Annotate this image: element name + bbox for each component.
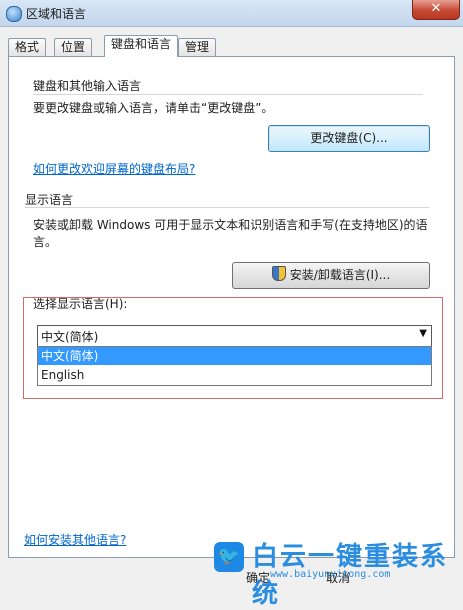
change-keyboards-button[interactable]: 更改键盘(C)... bbox=[268, 125, 430, 152]
display-language-select[interactable]: 中文(简体) ▼ bbox=[37, 325, 432, 347]
window-title: 区域和语言 bbox=[26, 7, 87, 21]
tab-administrative[interactable]: 管理 bbox=[178, 38, 217, 56]
tab-keyboards-languages[interactable]: 键盘和语言 bbox=[104, 35, 179, 57]
install-other-languages-link[interactable]: 如何安装其他语言? bbox=[24, 531, 126, 548]
uac-shield-icon bbox=[271, 266, 286, 281]
keyboard-layout-link[interactable]: 如何更改欢迎屏幕的键盘布局? bbox=[33, 160, 195, 177]
display-divider bbox=[25, 207, 429, 208]
language-option-english[interactable]: English bbox=[38, 366, 431, 384]
globe-icon bbox=[6, 6, 22, 22]
display-language-heading: 显示语言 bbox=[25, 193, 74, 207]
display-description-line2: 言。 bbox=[33, 235, 58, 249]
keyboard-heading: 键盘和其他输入语言 bbox=[33, 79, 142, 93]
keyboard-divider bbox=[33, 94, 423, 95]
display-description-line1: 安装或卸载 Windows 可用于显示文本和识别语言和手写(在支持地区)的语 bbox=[33, 218, 428, 232]
twitter-bird-icon: 🐦 bbox=[214, 542, 244, 572]
watermark-url: www.baiyunxitong.com bbox=[270, 569, 391, 580]
keyboard-description: 要更改键盘或输入语言，请单击“更改键盘”。 bbox=[33, 101, 274, 115]
tab-location[interactable]: 位置 bbox=[54, 38, 93, 56]
chevron-down-icon[interactable]: ▼ bbox=[419, 328, 427, 339]
selected-language: 中文(简体) bbox=[41, 330, 99, 344]
close-button[interactable]: ✕ bbox=[412, 0, 460, 20]
install-uninstall-languages-button[interactable]: 安装/卸载语言(I)... bbox=[232, 262, 430, 289]
title-bar: 区域和语言 ✕ bbox=[0, 0, 463, 27]
language-dropdown-list: 中文(简体) English bbox=[37, 346, 432, 386]
tab-format[interactable]: 格式 bbox=[8, 38, 47, 56]
language-option-chinese[interactable]: 中文(简体) bbox=[38, 347, 431, 365]
install-button-label: 安装/卸载语言(I)... bbox=[289, 268, 391, 282]
watermark: 🐦 白云一键重装系统 www.baiyunxitong.com bbox=[214, 538, 459, 609]
